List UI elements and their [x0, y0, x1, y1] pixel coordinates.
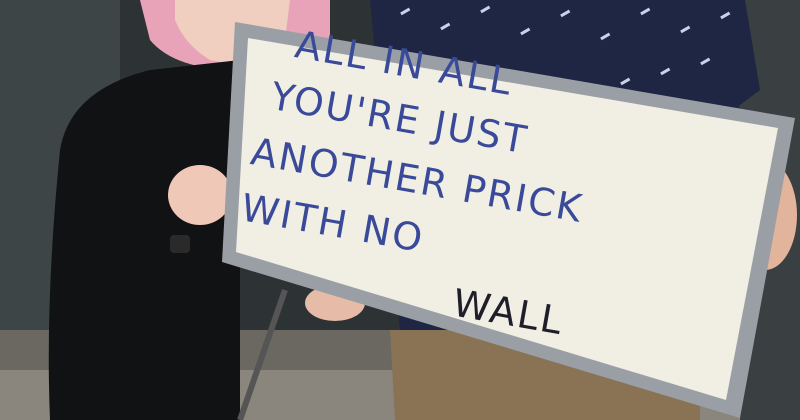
black-jacket — [48, 60, 240, 420]
woman-hand — [168, 165, 232, 225]
photo-scene: ALL IN ALL YOU'RE JUST ANOTHER PRICK WIT… — [0, 0, 800, 420]
photo-illustration: ALL IN ALL YOU'RE JUST ANOTHER PRICK WIT… — [0, 0, 800, 420]
wristwatch — [170, 235, 190, 253]
